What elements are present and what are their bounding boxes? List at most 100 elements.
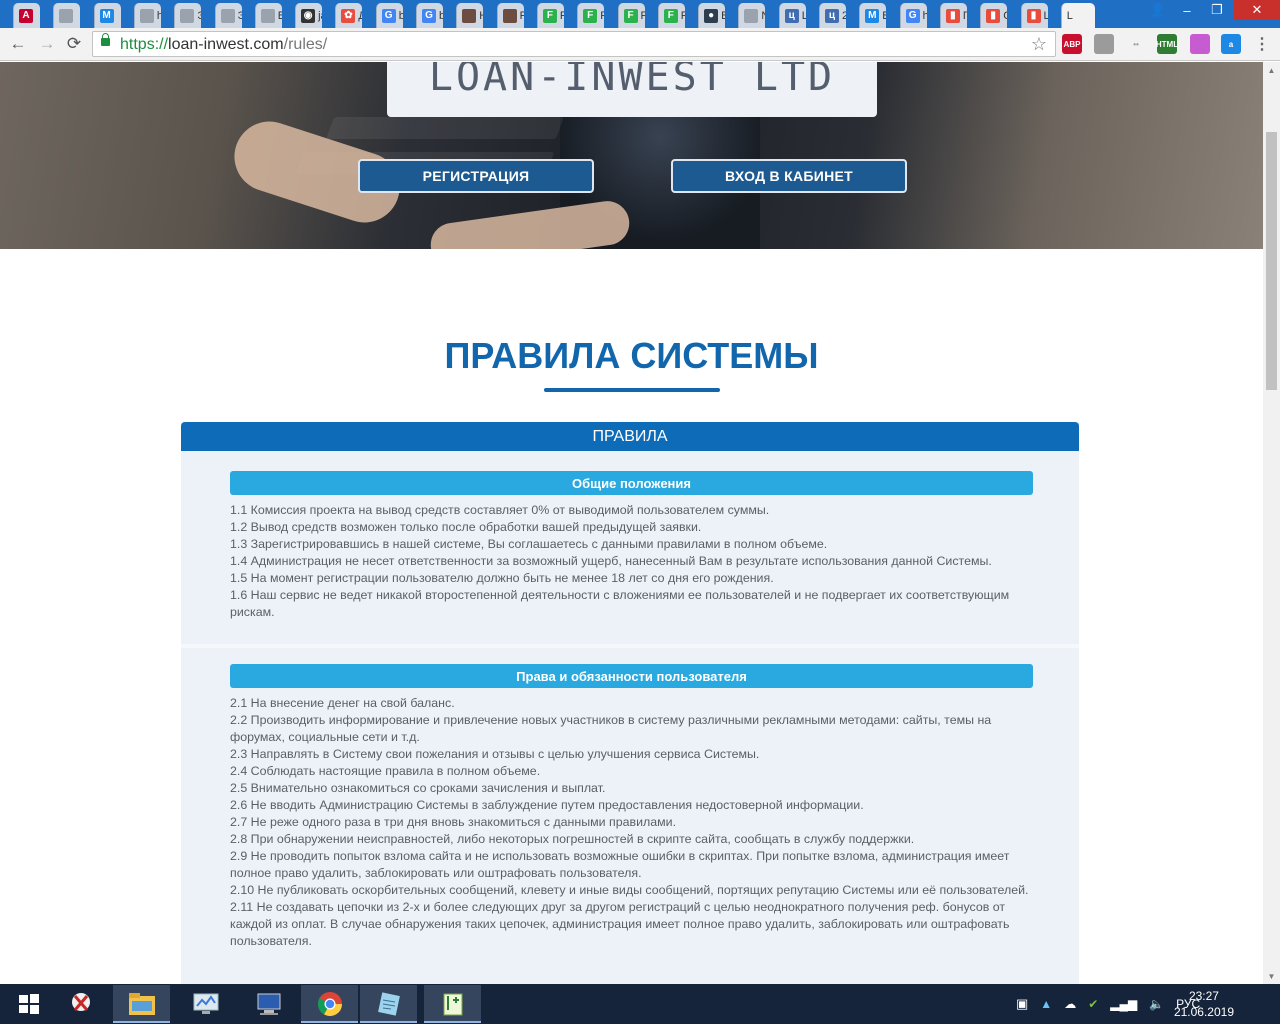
browser-tab[interactable]: M	[93, 3, 121, 28]
browser-tab[interactable]: FF	[657, 3, 685, 28]
page-scrollbar[interactable]: ▲ ▼	[1263, 62, 1280, 984]
browser-tab-label: L	[802, 10, 806, 22]
browser-tab[interactable]: FF	[617, 3, 645, 28]
taskbar-app-computer[interactable]	[240, 985, 297, 1023]
browser-tab[interactable]: ◉ja	[295, 3, 323, 28]
google-icon: G	[905, 8, 920, 23]
folder-icon	[128, 993, 155, 1015]
rules-section-general: Общие положения 1.1 Комиссия проекта на …	[230, 471, 1033, 621]
menu-icon[interactable]: ⋮	[1252, 34, 1272, 54]
rule-item: 2.5 Внимательно ознакомиться со сроками …	[230, 781, 606, 795]
minimize-button[interactable]: –	[1172, 0, 1202, 20]
back-button[interactable]: ←	[7, 33, 29, 55]
browser-tab[interactable]: ▮Г	[939, 3, 967, 28]
scroll-down-arrow-icon[interactable]: ▼	[1263, 968, 1280, 984]
browser-tab-label: В	[882, 10, 886, 22]
rule-item: 2.3 Направлять в Систему свои пожелания …	[230, 747, 760, 761]
start-button[interactable]	[0, 985, 57, 1023]
scroll-up-arrow-icon[interactable]: ▲	[1263, 62, 1280, 78]
f-icon: F	[583, 8, 598, 23]
profile-icon[interactable]: 👤	[1143, 0, 1173, 20]
ghost-icon[interactable]	[1094, 34, 1114, 54]
rule-item: 2.4 Соблюдать настоящие правила в полном…	[230, 764, 541, 778]
chrome-icon	[317, 992, 342, 1017]
globe-icon: ●	[704, 8, 719, 23]
browser-tab[interactable]: MВ	[859, 3, 887, 28]
chart-icon: ▮	[945, 8, 960, 23]
network-share-icon[interactable]: ▣	[1016, 996, 1028, 1012]
chart-icon: ▮	[1026, 8, 1041, 23]
browser-tab[interactable]: N	[738, 3, 766, 28]
browser-tab-bar: 👤 – ❐ ✕ AMhЭЭБ◉ja✿ДGbGbНFFFFFFFFF●ВNцLц2…	[0, 0, 1280, 28]
browser-tab[interactable]: Gb	[375, 3, 403, 28]
google-icon: G	[381, 8, 396, 23]
signal-icon[interactable]: ▂▄▆	[1110, 997, 1137, 1011]
rules-section-user-rights: Права и обязанности пользователя 2.1 На …	[230, 664, 1033, 950]
taskbar-app-chrome[interactable]	[301, 985, 358, 1023]
browser-tab[interactable]: ▮L	[1020, 3, 1048, 28]
browser-tab[interactable]: ✿Д	[335, 3, 363, 28]
clock-time: 23:27	[1188, 989, 1219, 1003]
url-text[interactable]: https://loan-inwest.com/rules/	[120, 36, 327, 54]
rules-panel: ПРАВИЛА Общие положения 1.1 Комиссия про…	[181, 422, 1079, 984]
taskbar-app-notepadpp[interactable]	[424, 985, 481, 1023]
browser-tab[interactable]: F	[496, 3, 524, 28]
browser-tab[interactable]: Gh	[899, 3, 927, 28]
browser-tab-label: Б	[278, 10, 282, 22]
browser-tab[interactable]: ●В	[698, 3, 726, 28]
browser-tab[interactable]: Б	[254, 3, 282, 28]
forward-button[interactable]: →	[36, 33, 58, 55]
browser-tab[interactable]: ▮С	[980, 3, 1008, 28]
notepadpp-icon	[443, 993, 462, 1016]
html-validator-icon[interactable]: HTML	[1156, 34, 1178, 54]
rule-item: 1.5 На момент регистрации пользователю д…	[230, 571, 774, 585]
maximize-button[interactable]: ❐	[1202, 0, 1232, 20]
browser-tab[interactable]: FF	[536, 3, 564, 28]
taskbar-app-monitor[interactable]	[177, 985, 234, 1023]
page-icon	[139, 8, 154, 23]
taskbar-app-snipping[interactable]	[52, 985, 109, 1023]
rules-section-heading: Права и обязанности пользователя	[230, 664, 1033, 688]
volume-icon[interactable]: 🔈	[1149, 997, 1164, 1011]
browser-tab[interactable]: Э	[174, 3, 202, 28]
account-icon[interactable]: a	[1221, 34, 1241, 54]
browser-tab[interactable]	[53, 3, 81, 28]
rule-item: 1.3 Зарегистрировавшись в нашей системе,…	[230, 537, 828, 551]
browser-tab[interactable]: цL	[778, 3, 806, 28]
clock[interactable]: 23:27 21.06.2019	[1174, 988, 1234, 1020]
browser-tab[interactable]: A	[13, 3, 40, 28]
reload-button[interactable]: ⟳	[63, 33, 85, 55]
paint-icon[interactable]	[1190, 34, 1210, 54]
browser-tab[interactable]: Gb	[416, 3, 443, 28]
register-button[interactable]: РЕГИСТРАЦИЯ	[358, 159, 594, 193]
rule-item: 2.9 Не проводить попыток взлома сайта и …	[230, 849, 1010, 880]
rule-item: 2.2 Производить информирование и привлеч…	[230, 713, 992, 744]
browser-tab[interactable]: h	[133, 3, 161, 28]
browser-tab[interactable]: Э	[214, 3, 242, 28]
rule-item: 2.6 Не вводить Администрацию Системы в з…	[230, 798, 864, 812]
scrollbar-thumb[interactable]	[1266, 132, 1277, 390]
browser-tab-label: F	[600, 10, 604, 22]
adblock-icon[interactable]: ABP	[1062, 34, 1082, 54]
page-title: ПРАВИЛА СИСТЕМЫ	[444, 335, 819, 376]
site-logo[interactable]: LOAN-INWEST LTD	[387, 62, 877, 117]
taskbar-app-notes[interactable]	[360, 985, 417, 1023]
glasses-icon: ◉	[301, 8, 316, 23]
login-button[interactable]: ВХОД В КАБИНЕТ	[671, 159, 907, 193]
security-check-icon[interactable]: ✔	[1088, 997, 1098, 1011]
close-window-button[interactable]: ✕	[1234, 0, 1280, 20]
browser-tab[interactable]: Н	[456, 3, 484, 28]
dropbox-icon[interactable]: ▲	[1040, 997, 1052, 1011]
browser-tab-label: F	[641, 10, 645, 22]
more-icon[interactable]: ••	[1126, 34, 1146, 54]
cloud-icon[interactable]: ☁	[1064, 997, 1076, 1011]
browser-tab[interactable]: ц2	[819, 3, 846, 28]
browser-tab[interactable]: FF	[577, 3, 605, 28]
photo-icon	[502, 8, 517, 23]
taskbar-app-explorer[interactable]	[113, 985, 170, 1023]
page-icon	[59, 8, 74, 23]
address-bar[interactable]: https://loan-inwest.com/rules/ ☆	[92, 31, 1056, 57]
photo-icon	[462, 8, 477, 23]
bookmark-star-icon[interactable]: ☆	[1031, 34, 1047, 55]
browser-tab[interactable]: L	[1060, 3, 1095, 28]
